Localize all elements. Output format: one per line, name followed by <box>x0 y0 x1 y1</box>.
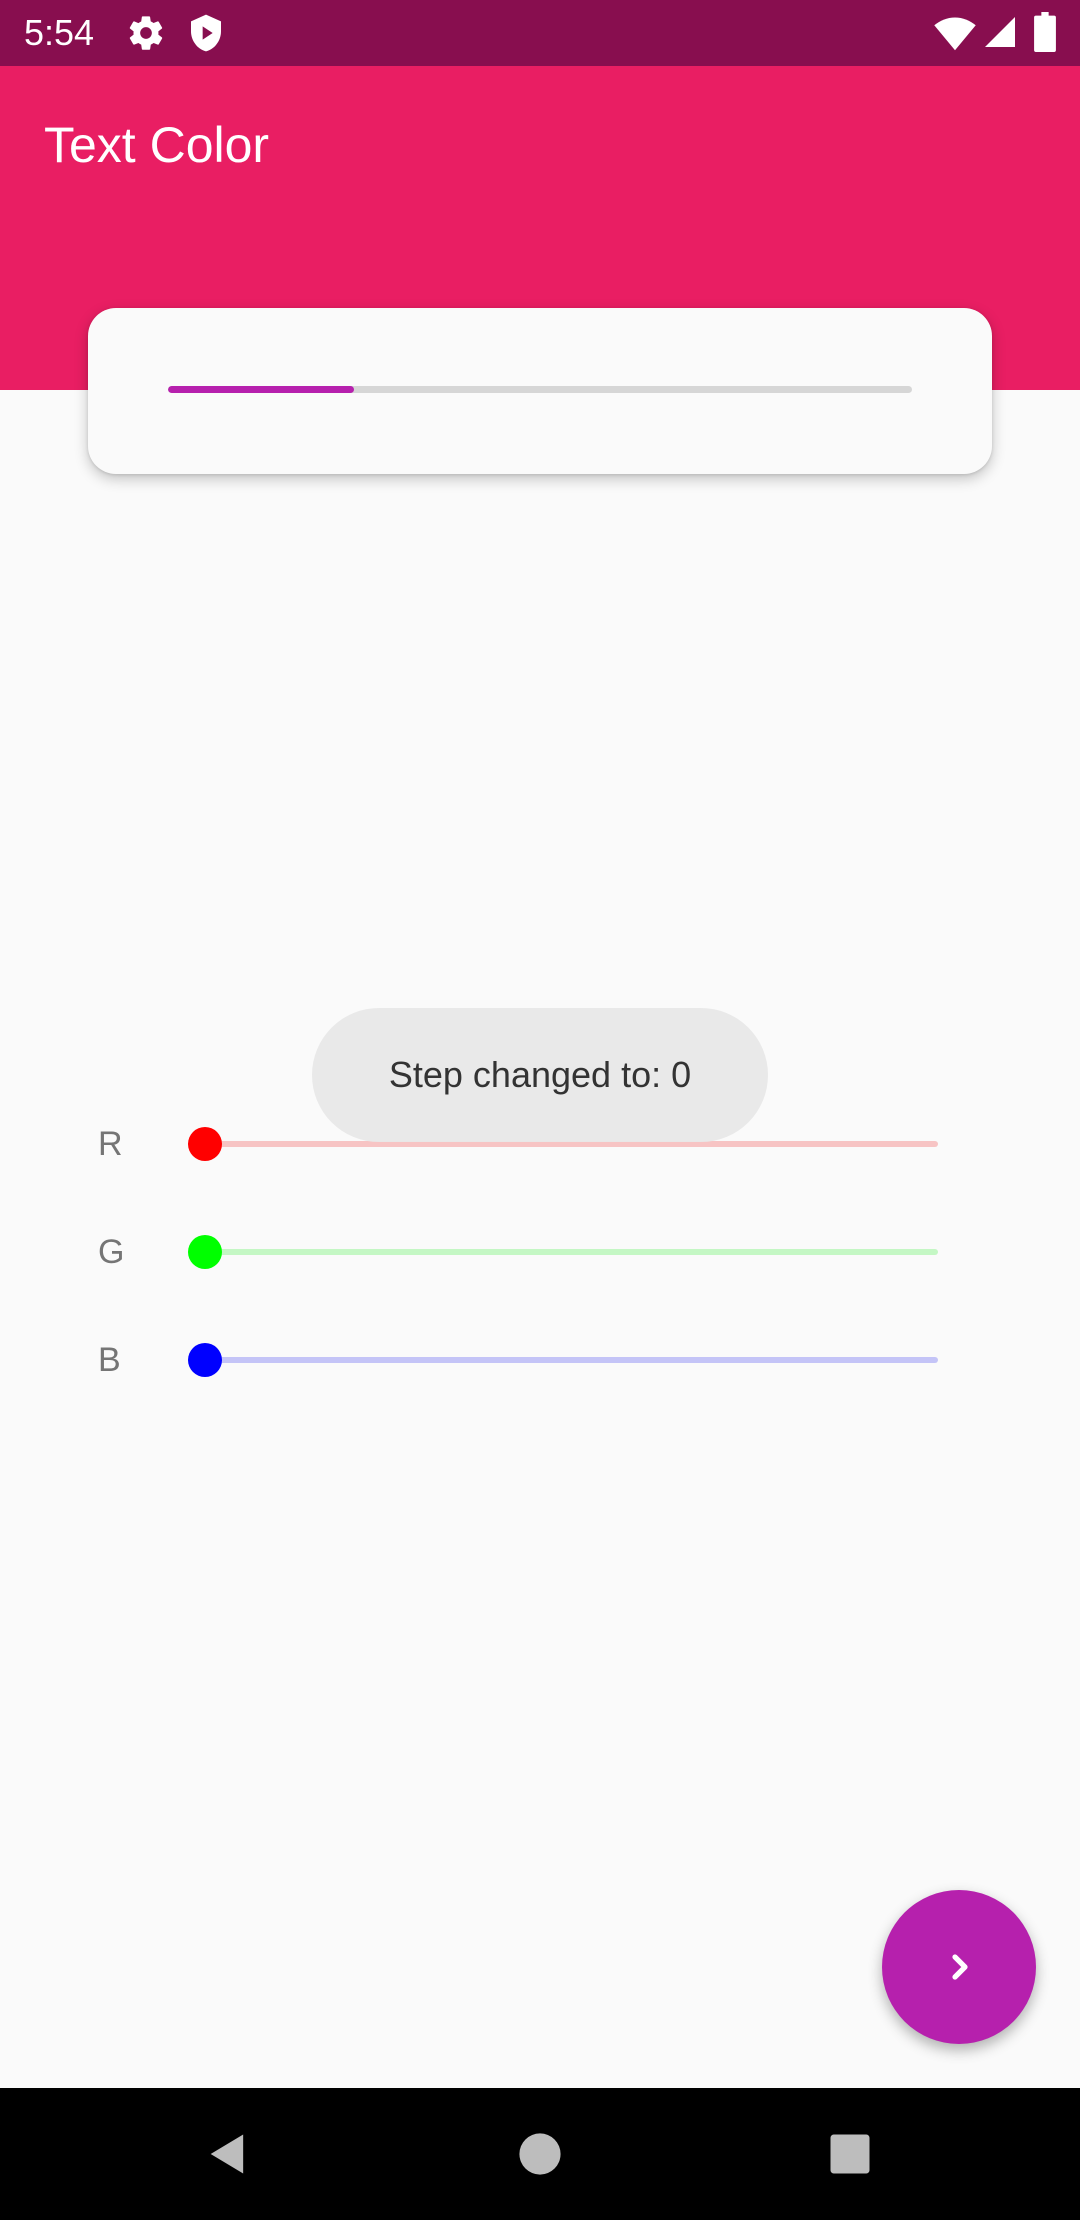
shield-icon <box>186 13 226 58</box>
home-icon[interactable] <box>514 2128 566 2180</box>
page-title: Text Color <box>44 117 270 173</box>
back-icon[interactable] <box>202 2128 254 2180</box>
signal-icon <box>982 14 1018 55</box>
status-bar: 5:54 <box>0 0 1080 66</box>
slider-label-g: G <box>98 1233 125 1271</box>
battery-icon <box>1034 12 1056 57</box>
chevron-right-icon <box>952 1954 968 1980</box>
status-time: 5:54 <box>24 12 95 53</box>
wifi-icon <box>934 14 976 57</box>
gear-icon <box>126 13 166 58</box>
slider-label-b: B <box>98 1341 121 1379</box>
slider-label-r: R <box>98 1125 123 1163</box>
toast-message: Step changed to: 0 <box>312 1008 768 1142</box>
progress-card <box>88 308 992 474</box>
progress-fill <box>168 386 354 393</box>
slider-green[interactable]: G <box>0 1217 1080 1287</box>
next-step-button[interactable] <box>882 1890 1036 2044</box>
slider-track-g[interactable] <box>188 1249 938 1255</box>
recents-icon[interactable] <box>824 2128 876 2180</box>
slider-thumb-r[interactable] <box>188 1127 222 1161</box>
slider-blue[interactable]: B <box>0 1325 1080 1395</box>
slider-thumb-g[interactable] <box>188 1235 222 1269</box>
slider-thumb-b[interactable] <box>188 1343 222 1377</box>
step-progress-bar <box>168 386 912 393</box>
navigation-bar <box>0 2088 1080 2220</box>
slider-track-b[interactable] <box>188 1357 938 1363</box>
